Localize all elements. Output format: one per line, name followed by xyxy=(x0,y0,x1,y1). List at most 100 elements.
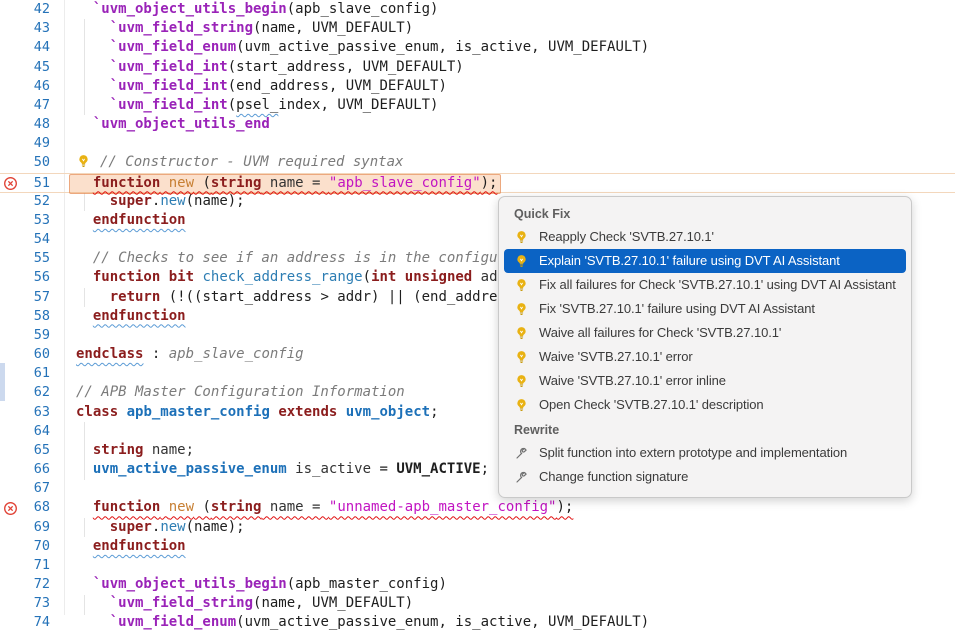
modified-lines-indicator xyxy=(0,363,5,401)
token: return xyxy=(110,289,161,305)
line-number: 52 xyxy=(34,192,50,211)
code-text: endfunction xyxy=(76,211,186,230)
gutter: 43 xyxy=(0,19,62,39)
line-number: 72 xyxy=(34,575,50,594)
menu-item-label: Explain 'SVTB.27.10.1' failure using DVT… xyxy=(539,249,840,273)
line-number: 58 xyxy=(34,307,50,326)
token xyxy=(76,20,110,36)
gutter: 54 xyxy=(0,230,62,250)
menu-item[interactable]: Fix 'SVTB.27.10.1' failure using DVT AI … xyxy=(504,297,906,321)
token xyxy=(76,289,110,305)
token xyxy=(160,499,168,515)
token: (!((start_address > addr) || (end_addre xyxy=(160,289,497,305)
wrench-icon xyxy=(514,470,529,485)
token xyxy=(76,538,93,554)
token: new xyxy=(160,193,185,209)
token: super xyxy=(110,519,152,535)
code-line-45[interactable]: 45 `uvm_field_int(start_address, UVM_DEF… xyxy=(0,58,955,78)
token: `uvm_object_utils_begin xyxy=(93,576,287,592)
code-text: class apb_master_config extends uvm_obje… xyxy=(76,403,439,422)
token: (uvm_active_passive_enum, is_active, UVM… xyxy=(236,39,649,55)
token: ( xyxy=(363,269,371,285)
token: string xyxy=(93,442,144,458)
error-squiggle-span: function new (string name = "unnamed-apb… xyxy=(93,499,573,515)
lightbulb-icon xyxy=(514,374,529,389)
menu-item[interactable]: Change function signature xyxy=(504,465,906,489)
code-line-70[interactable]: 70 endfunction xyxy=(0,537,955,557)
line-number: 61 xyxy=(34,364,50,383)
lightbulb-icon xyxy=(514,302,529,317)
token: (start_address, UVM_DEFAULT) xyxy=(228,59,464,75)
token: ; xyxy=(430,404,438,420)
line-number: 44 xyxy=(34,38,50,57)
code-line-48[interactable]: 48 `uvm_object_utils_end xyxy=(0,115,955,135)
gutter: 68 xyxy=(0,498,62,518)
token xyxy=(76,78,110,94)
token: ad xyxy=(472,269,497,285)
gutter: 65 xyxy=(0,441,62,461)
code-line-50[interactable]: 50// Constructor - UVM required syntax xyxy=(0,153,955,173)
token: int xyxy=(371,269,396,285)
token xyxy=(76,116,93,132)
line-number: 45 xyxy=(34,58,50,77)
code-line-51[interactable]: 51 function new (string name = "apb_slav… xyxy=(0,173,955,193)
token: unsigned xyxy=(405,269,472,285)
code-text: // Checks to see if an address is in the… xyxy=(76,249,506,268)
token: `uvm_field_int xyxy=(110,59,228,75)
gutter: 55 xyxy=(0,249,62,269)
gutter: 46 xyxy=(0,77,62,97)
code-line-44[interactable]: 44 `uvm_field_enum(uvm_active_passive_en… xyxy=(0,38,955,58)
gutter: 70 xyxy=(0,537,62,557)
code-line-72[interactable]: 72 `uvm_object_utils_begin(apb_master_co… xyxy=(0,575,955,595)
token: `uvm_field_string xyxy=(110,20,253,36)
lightbulb-icon[interactable] xyxy=(76,154,91,169)
line-number: 64 xyxy=(34,422,50,441)
code-line-43[interactable]: 43 `uvm_field_string(name, UVM_DEFAULT) xyxy=(0,19,955,39)
token xyxy=(76,97,110,113)
menu-section-title: Rewrite xyxy=(499,419,911,441)
code-line-47[interactable]: 47 `uvm_field_int(psel_index, UVM_DEFAUL… xyxy=(0,96,955,116)
code-line-73[interactable]: 73 `uvm_field_string(name, UVM_DEFAULT) xyxy=(0,594,955,614)
quickfix-menu: Quick FixReapply Check 'SVTB.27.10.1'Exp… xyxy=(498,196,912,498)
menu-item[interactable]: Waive 'SVTB.27.10.1' error inline xyxy=(504,369,906,393)
token xyxy=(76,614,110,630)
token: ; xyxy=(481,461,489,477)
menu-item[interactable]: Reapply Check 'SVTB.27.10.1' xyxy=(504,225,906,249)
token xyxy=(76,59,110,75)
code-line-74[interactable]: 74 `uvm_field_enum(uvm_active_passive_en… xyxy=(0,613,955,633)
code-line-42[interactable]: 42 `uvm_object_utils_begin(apb_slave_con… xyxy=(0,0,955,20)
code-line-69[interactable]: 69 super.new(name); xyxy=(0,518,955,538)
token xyxy=(118,404,126,420)
gutter: 61 xyxy=(0,364,62,384)
token: class xyxy=(76,404,118,420)
token: "apb_slave_config" xyxy=(329,175,481,191)
menu-item-label: Fix all failures for Check 'SVTB.27.10.1… xyxy=(539,273,896,297)
menu-item[interactable]: Split function into extern prototype and… xyxy=(504,441,906,465)
code-line-46[interactable]: 46 `uvm_field_int(end_address, UVM_DEFAU… xyxy=(0,77,955,97)
gutter: 74 xyxy=(0,613,62,633)
code-text: uvm_active_passive_enum is_active = UVM_… xyxy=(76,460,489,479)
token: `uvm_field_int xyxy=(110,78,228,94)
token xyxy=(76,212,93,228)
menu-item[interactable]: Open Check 'SVTB.27.10.1' description xyxy=(504,393,906,417)
code-line-68[interactable]: 68 function new (string name = "unnamed-… xyxy=(0,498,955,518)
line-number: 59 xyxy=(34,326,50,345)
token xyxy=(76,39,110,55)
gutter: 48 xyxy=(0,115,62,135)
code-text: `uvm_field_int(end_address, UVM_DEFAULT) xyxy=(76,77,447,96)
token xyxy=(76,250,93,266)
token: (name); xyxy=(186,193,245,209)
menu-item[interactable]: Waive 'SVTB.27.10.1' error xyxy=(504,345,906,369)
menu-item[interactable]: Fix all failures for Check 'SVTB.27.10.1… xyxy=(504,273,906,297)
code-line-71[interactable]: 71 xyxy=(0,556,955,576)
menu-item[interactable]: Waive all failures for Check 'SVTB.27.10… xyxy=(504,321,906,345)
gutter: 66 xyxy=(0,460,62,480)
token xyxy=(76,269,93,285)
lightbulb-icon xyxy=(514,398,529,413)
code-text: endfunction xyxy=(76,537,186,556)
code-line-49[interactable]: 49 xyxy=(0,134,955,154)
lightbulb-icon xyxy=(514,278,529,293)
token: string xyxy=(211,175,262,191)
menu-item[interactable]: Explain 'SVTB.27.10.1' failure using DVT… xyxy=(504,249,906,273)
wrench-icon xyxy=(514,446,529,461)
